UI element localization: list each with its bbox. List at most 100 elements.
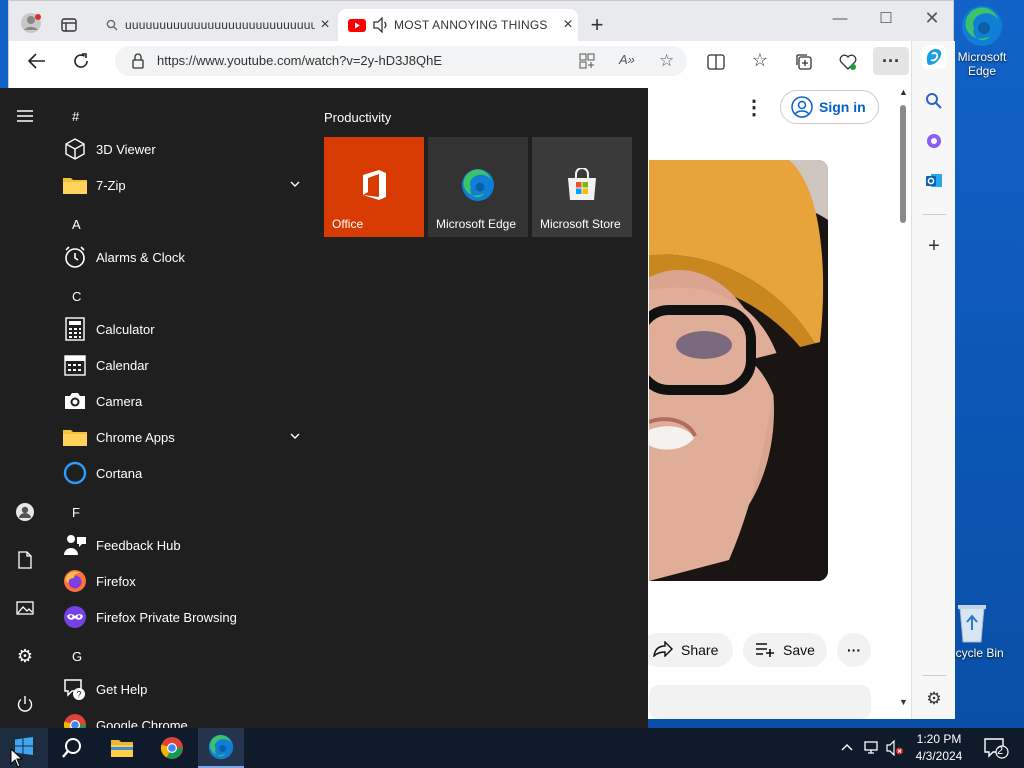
sign-in-button[interactable]: Sign in [780,90,879,124]
section-letter[interactable]: A [72,217,81,232]
tab-youtube[interactable]: MOST ANNOYING THINGS × [338,9,578,41]
file-explorer-icon[interactable] [102,728,142,768]
app-feedback-hub[interactable]: Feedback Hub [62,528,308,562]
share-button[interactable]: Share [641,633,733,667]
desktop-edge-shortcut[interactable]: Microsoft Edge [947,4,1017,78]
scrollbar-thumb[interactable] [900,105,906,223]
profile-icon[interactable] [19,11,43,35]
split-screen-icon[interactable] [705,51,727,73]
sidebar-settings-icon[interactable]: ⚙ [922,687,946,711]
app-camera[interactable]: Camera [62,384,308,418]
app-cortana[interactable]: Cortana [62,456,308,490]
hamburger-icon[interactable] [13,104,37,128]
app-chrome-apps[interactable]: Chrome Apps [62,420,308,454]
show-hidden-icons-chevron-icon[interactable] [840,740,856,756]
volume-muted-icon[interactable] [886,739,903,757]
section-letter[interactable]: G [72,649,82,664]
app-calculator[interactable]: Calculator [62,312,308,346]
close-tab-icon[interactable]: × [315,16,335,34]
cortana-icon [62,460,88,486]
system-clock[interactable]: 1:20 PM 4/3/2024 [906,731,972,765]
app-7-zip[interactable]: 7-Zip [62,168,308,202]
browser-toolbar: https://www.youtube.com/watch?v=2y-hD3J8… [9,41,953,81]
tile-group-title[interactable]: Productivity [324,110,391,125]
tab-actions-icon[interactable] [59,15,79,35]
description-box[interactable] [649,685,871,719]
search-taskbar-icon[interactable] [52,728,92,768]
tile-office[interactable]: Office [324,137,424,237]
collections-icon[interactable] [793,51,815,73]
tab-search[interactable]: uuuuuuuuuuuuuuuuuuuuuuuuuuuuuuuu × [99,9,335,41]
address-bar[interactable]: https://www.youtube.com/watch?v=2y-hD3J8… [115,46,687,76]
tab-bar: uuuuuuuuuuuuuuuuuuuuuuuuuuuuuuuu × MOST … [9,1,953,41]
pictures-icon[interactable] [13,596,37,620]
browser-essentials-icon[interactable] [837,51,859,73]
sign-in-label: Sign in [819,99,866,115]
app-firefox[interactable]: Firefox [62,564,308,598]
power-icon[interactable] [13,692,37,716]
save-button[interactable]: Save [743,633,827,667]
page-scrollbar[interactable]: ▲ ▼ [897,81,911,719]
search-icon [99,19,125,31]
app-3d-viewer[interactable]: 3D Viewer [62,132,308,166]
app-get-help[interactable]: ? Get Help [62,672,308,706]
chevron-down-icon[interactable] [288,177,302,191]
back-icon[interactable] [25,49,49,73]
start-button[interactable] [0,728,48,768]
tile-microsoft-edge[interactable]: Microsoft Edge [428,137,528,237]
section-letter[interactable]: # [72,109,79,124]
maximize-icon[interactable]: ☐ [863,1,909,35]
folder-icon [62,424,88,450]
network-icon[interactable] [862,740,878,756]
lock-icon[interactable] [131,53,145,74]
app-label: Firefox Private Browsing [96,609,237,625]
settings-and-more-icon[interactable]: ··· [873,47,909,75]
outlook-icon[interactable] [922,169,946,193]
app-firefox-private[interactable]: Firefox Private Browsing [62,600,308,634]
clock-icon [62,244,88,270]
sidebar-search-icon[interactable] [922,89,946,113]
calculator-icon [62,316,88,342]
mouse-cursor-icon [10,747,24,768]
app-label: Calculator [96,321,155,337]
youtube-icon [346,18,368,32]
sidebar-add-icon[interactable]: + [922,234,946,258]
section-letter[interactable]: F [72,505,80,520]
more-actions-icon[interactable]: ··· [837,633,871,667]
favorites-icon[interactable]: ☆ [749,49,771,71]
chrome-taskbar-icon[interactable] [152,728,192,768]
scroll-down-icon[interactable]: ▼ [899,697,908,707]
refresh-icon[interactable] [69,49,93,73]
favorite-star-icon[interactable]: ☆ [659,51,674,71]
app-available-icon[interactable] [579,53,595,74]
desktop-icon-label: Microsoft Edge [957,50,1007,78]
minimize-icon[interactable]: — [817,1,863,35]
new-tab-icon[interactable]: + [585,12,609,37]
scroll-up-icon[interactable]: ▲ [899,87,908,97]
chevron-down-icon[interactable] [288,429,302,443]
read-aloud-icon[interactable]: A» [619,52,635,67]
documents-icon[interactable] [13,548,37,572]
copilot-icon[interactable] [922,45,946,69]
app-calendar[interactable]: Calendar [62,348,308,382]
app-google-chrome[interactable]: Google Chrome [62,708,308,728]
user-account-icon[interactable] [13,500,37,524]
tab-title: uuuuuuuuuuuuuuuuuuuuuuuuuuuuuuuu [125,18,315,32]
edge-icon [960,4,1004,48]
more-options-icon[interactable]: ⋮ [744,95,764,120]
video-player[interactable] [649,160,828,581]
sidebar-tools-icon[interactable] [922,129,946,153]
clock-date: 4/3/2024 [915,749,963,763]
app-alarms-clock[interactable]: Alarms & Clock [62,240,308,274]
feedback-icon [62,532,88,558]
edge-taskbar-icon[interactable] [198,728,244,768]
tile-microsoft-store[interactable]: Microsoft Store [532,137,632,237]
settings-gear-icon[interactable]: ⚙ [13,644,37,668]
close-window-icon[interactable]: ✕ [909,1,955,35]
firefox-private-icon [62,604,88,630]
office-icon [357,168,391,202]
close-tab-icon[interactable]: × [558,16,578,34]
speaker-icon[interactable] [368,17,394,33]
action-center-icon[interactable]: 2 [978,728,1014,768]
section-letter[interactable]: C [72,289,81,304]
